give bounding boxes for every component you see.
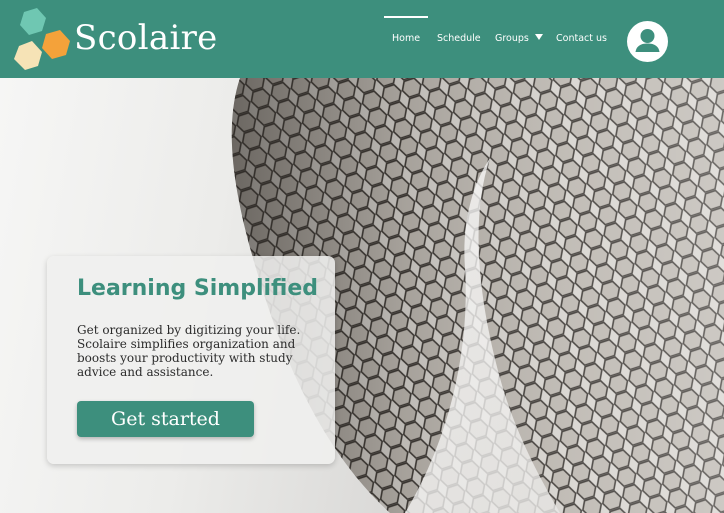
nav-home[interactable]: Home bbox=[392, 33, 420, 45]
nav-schedule[interactable]: Schedule bbox=[437, 33, 481, 45]
nav-contact-us[interactable]: Contact us bbox=[556, 33, 607, 45]
hexagon-cluster-icon[interactable] bbox=[10, 8, 74, 70]
get-started-button[interactable]: Get started bbox=[77, 401, 254, 437]
site-header: Scolaire Home Schedule Groups Contact us bbox=[0, 0, 724, 78]
hero-title: Learning Simplified bbox=[77, 276, 319, 301]
hero-description: Get organized by digitizing your life. S… bbox=[77, 323, 301, 379]
hero-section: Learning Simplified Get organized by dig… bbox=[0, 78, 724, 513]
user-avatar-icon[interactable] bbox=[627, 21, 668, 62]
nav-groups[interactable]: Groups bbox=[495, 33, 543, 45]
nav-active-indicator bbox=[384, 16, 428, 18]
nav-groups-label: Groups bbox=[495, 33, 529, 44]
hero-card: Learning Simplified Get organized by dig… bbox=[47, 256, 335, 464]
caret-down-icon bbox=[534, 34, 543, 40]
page: Scolaire Home Schedule Groups Contact us bbox=[0, 0, 724, 513]
brand-name[interactable]: Scolaire bbox=[74, 16, 218, 60]
